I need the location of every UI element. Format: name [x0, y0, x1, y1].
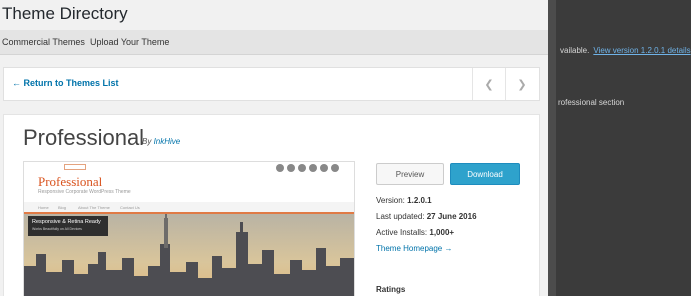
version-info: Version: 1.2.0.1 — [376, 196, 432, 205]
last-updated-info: Last updated: 27 June 2016 — [376, 212, 477, 221]
update-notice: vailable. View version 1.2.0.1 details — [560, 46, 691, 55]
chevron-left-icon: ❮ — [484, 78, 494, 91]
return-to-themes-link[interactable]: ← Return to Themes List — [12, 78, 119, 88]
social-icon — [276, 164, 284, 172]
theme-directory-page: Theme Directory Commercial Themes Upload… — [0, 0, 548, 296]
tab-upload-your-theme[interactable]: Upload Your Theme — [90, 37, 169, 47]
banner-subtitle: Works Beautifully on All Devices — [32, 227, 82, 231]
screenshot-menu: Home Blog About The Theme Contact Us — [24, 202, 354, 212]
theme-navigation-bar: ← Return to Themes List ❮ ❯ — [3, 67, 540, 101]
view-version-details-link[interactable]: View version 1.2.0.1 details — [593, 46, 690, 55]
screenshot-social-icons — [276, 164, 339, 172]
screenshot-menu-item: Blog — [58, 205, 67, 210]
version-value: 1.2.0.1 — [407, 196, 432, 205]
ratings-heading: Ratings — [376, 285, 406, 294]
theme-screenshot: Professional Responsive Corporate WordPr… — [23, 161, 355, 296]
active-installs-info: Active Installs: 1,000+ — [376, 228, 454, 237]
theme-details-panel: Professional By InkHive Professional Res… — [3, 114, 540, 296]
screenshot-tagline: Responsive Corporate WordPress Theme — [38, 189, 131, 195]
theme-homepage-link[interactable]: Theme Homepage → — [376, 244, 452, 253]
by-prefix: By — [142, 137, 152, 146]
previous-theme-button[interactable]: ❮ — [472, 68, 505, 100]
download-button[interactable]: Download — [450, 163, 520, 185]
banner-title: Responsive & Retina Ready — [32, 219, 101, 225]
overlay-backdrop: vailable. View version 1.2.0.1 details ro… — [548, 0, 691, 296]
screenshot-search-box — [64, 164, 86, 170]
social-icon — [309, 164, 317, 172]
screenshot-banner: Responsive & Retina Ready Works Beautifu… — [28, 216, 108, 236]
theme-name: Professional — [23, 125, 145, 150]
section-text: rofessional section — [558, 98, 625, 107]
screenshot-menu-item: About The Theme — [78, 205, 110, 210]
next-theme-button[interactable]: ❯ — [505, 68, 538, 100]
active-installs-value: 1,000+ — [429, 228, 455, 237]
screenshot-menu-item: Contact Us — [120, 205, 140, 210]
overlay-divider — [548, 0, 556, 296]
tab-commercial-themes[interactable]: Commercial Themes — [2, 37, 85, 47]
tab-bar: Commercial Themes Upload Your Theme — [0, 30, 548, 55]
social-icon — [331, 164, 339, 172]
screenshot-header: Professional Responsive Corporate WordPr… — [24, 162, 354, 202]
update-notice-text: vailable. — [560, 46, 590, 55]
screenshot-menu-item: Home — [38, 205, 49, 210]
author-link[interactable]: InkHive — [154, 137, 181, 146]
active-installs-label: Active Installs: — [376, 228, 428, 237]
social-icon — [320, 164, 328, 172]
social-icon — [287, 164, 295, 172]
preview-button[interactable]: Preview — [376, 163, 444, 185]
screenshot-logo: Professional — [38, 174, 103, 189]
page-title: Theme Directory — [2, 4, 128, 23]
version-label: Version: — [376, 196, 405, 205]
last-updated-value: 27 June 2016 — [426, 212, 477, 221]
theme-author-line: By InkHive — [142, 137, 180, 146]
last-updated-label: Last updated: — [376, 212, 425, 221]
social-icon — [298, 164, 306, 172]
chevron-right-icon: ❯ — [517, 78, 527, 91]
